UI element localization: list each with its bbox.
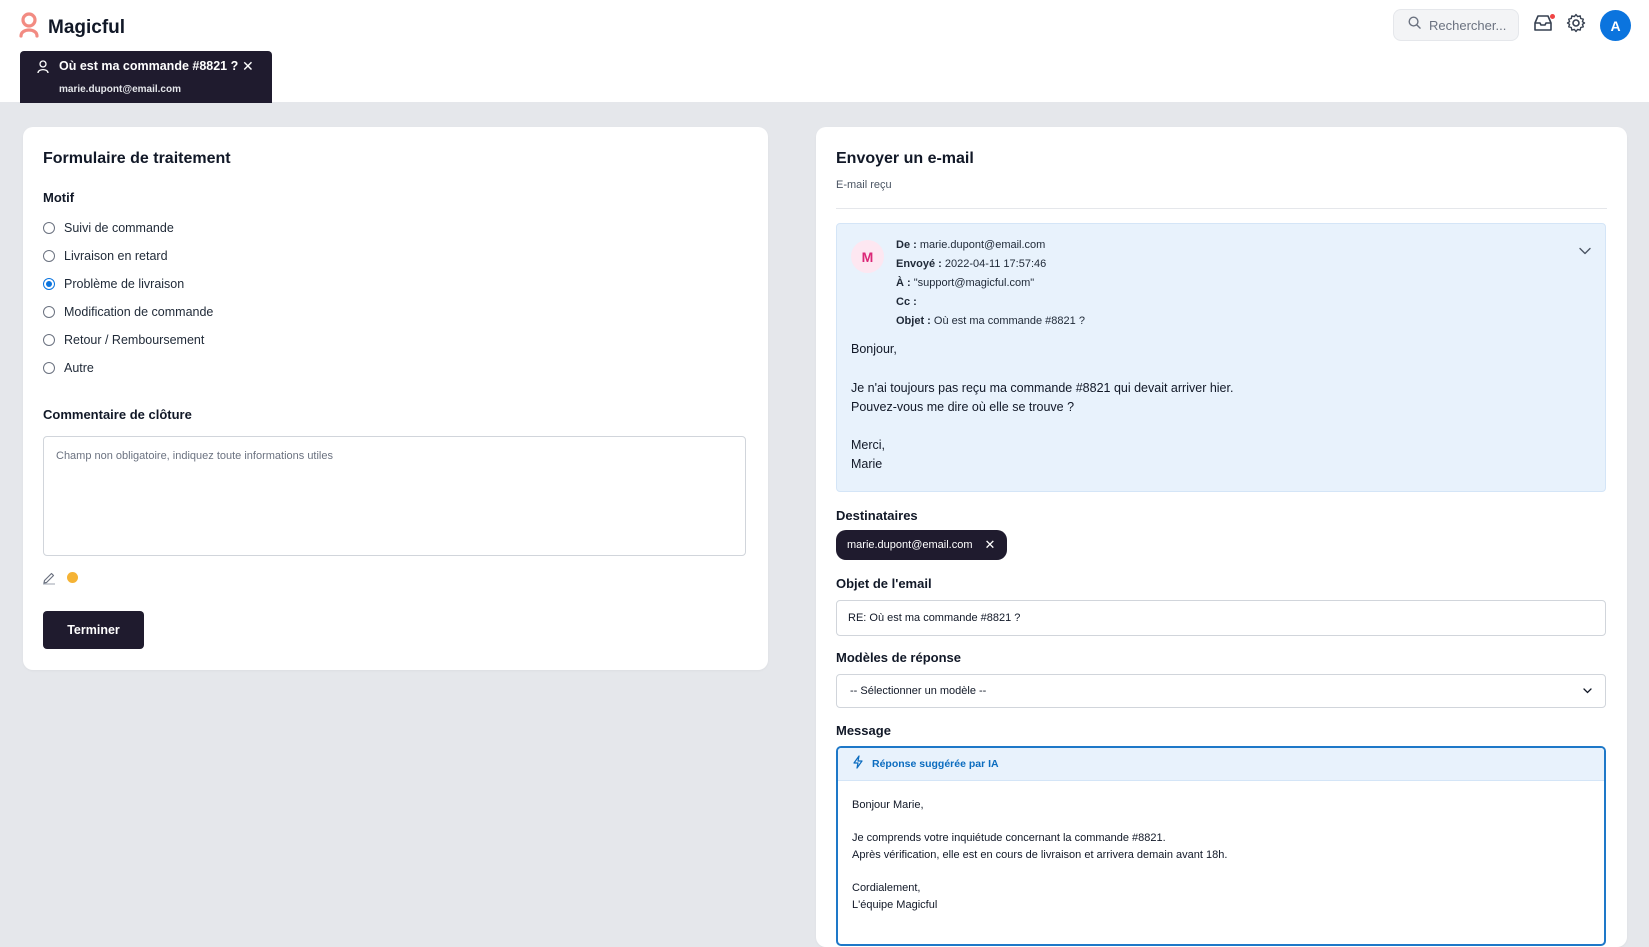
radio-button[interactable] xyxy=(43,222,55,234)
radio-button[interactable] xyxy=(43,362,55,374)
search-placeholder: Rechercher... xyxy=(1429,17,1507,33)
received-email-label: E-mail reçu xyxy=(836,179,892,191)
meta-sent-key: Envoyé : xyxy=(896,258,942,270)
meta-subject: Objet : Où est ma commande #8821 ? xyxy=(896,315,1085,327)
comment-textarea[interactable]: Champ non obligatoire, indiquez toute in… xyxy=(43,436,746,556)
meta-cc: Cc : xyxy=(896,296,917,308)
close-icon[interactable]: ✕ xyxy=(985,537,996,553)
close-icon[interactable]: ✕ xyxy=(242,58,254,75)
radio-button-checked[interactable] xyxy=(43,278,55,290)
meta-to-key: À : xyxy=(896,277,911,289)
motif-label: Motif xyxy=(43,190,75,205)
subject-input[interactable]: RE: Où est ma commande #8821 ? xyxy=(836,600,1606,636)
ticket-tab-strip: Où est ma commande #8821 ? ✕ marie.dupon… xyxy=(0,51,1649,103)
logo-icon xyxy=(18,12,40,43)
radio-button[interactable] xyxy=(43,334,55,346)
message-editor[interactable]: Réponse suggérée par IA Bonjour Marie, J… xyxy=(836,746,1606,946)
templates-label: Modèles de réponse xyxy=(836,650,961,665)
user-avatar[interactable]: A xyxy=(1600,10,1631,41)
email-body-line: Marie xyxy=(851,457,883,471)
ticket-tab-title: Où est ma commande #8821 ? xyxy=(59,59,239,73)
inbox-button[interactable] xyxy=(1532,14,1555,36)
meta-from-value: marie.dupont@email.com xyxy=(919,239,1046,251)
form-title: Formulaire de traitement xyxy=(43,150,231,167)
notification-dot xyxy=(1550,14,1555,19)
radio-label: Retour / Remboursement xyxy=(64,333,205,347)
meta-sent: Envoyé : 2022-04-11 17:57:46 xyxy=(896,258,1046,270)
received-email: M De : marie.dupont@email.com Envoyé : 2… xyxy=(836,223,1606,492)
search-icon xyxy=(1408,16,1421,34)
user-icon xyxy=(37,60,49,79)
email-body-line: Merci, xyxy=(851,438,886,452)
radio-option-probleme[interactable]: Problème de livraison xyxy=(43,277,184,291)
chevron-down-icon xyxy=(1583,685,1592,697)
radio-button[interactable] xyxy=(43,250,55,262)
radio-option-retour[interactable]: Retour / Remboursement xyxy=(43,333,204,347)
radio-button[interactable] xyxy=(43,306,55,318)
template-selected: -- Sélectionner un modèle -- xyxy=(850,685,987,697)
send-email-card: Envoyer un e-mail E-mail reçu M De : mar… xyxy=(816,127,1627,947)
meta-subject-value: Où est ma commande #8821 ? xyxy=(933,315,1085,327)
meta-cc-key: Cc : xyxy=(896,296,917,308)
radio-option-autre[interactable]: Autre xyxy=(43,361,94,375)
ai-suggestion-header: Réponse suggérée par IA xyxy=(838,748,1604,781)
email-body-line: Bonjour, xyxy=(851,342,897,356)
message-line: Après vérification, elle est en cours de… xyxy=(852,849,1228,861)
radio-option-retard[interactable]: Livraison en retard xyxy=(43,249,168,263)
subject-label: Objet de l'email xyxy=(836,576,932,591)
radio-label: Suivi de commande xyxy=(64,221,174,235)
processing-form-card: Formulaire de traitement Motif Suivi de … xyxy=(23,127,768,670)
recipient-chip[interactable]: marie.dupont@email.com ✕ xyxy=(836,530,1008,560)
meta-from-key: De : xyxy=(896,239,917,251)
email-body-line: Pouvez-vous me dire où elle se trouve ? xyxy=(851,400,1075,414)
radio-option-suivi[interactable]: Suivi de commande xyxy=(43,221,174,235)
app-name: Magicful xyxy=(48,16,126,38)
message-line: Bonjour Marie, xyxy=(852,799,924,811)
radio-label: Livraison en retard xyxy=(64,249,168,263)
sender-avatar: M xyxy=(851,240,884,273)
email-card-title: Envoyer un e-mail xyxy=(836,150,974,167)
radio-label: Problème de livraison xyxy=(64,277,185,291)
brand[interactable]: Magicful xyxy=(18,12,125,43)
meta-to: À : "support@magicful.com" xyxy=(896,277,1034,289)
recipient-email: marie.dupont@email.com xyxy=(847,539,973,551)
radio-label: Autre xyxy=(64,361,94,375)
settings-button[interactable] xyxy=(1565,13,1587,38)
recipients-label: Destinataires xyxy=(836,508,918,523)
message-label: Message xyxy=(836,723,891,738)
status-dot xyxy=(67,572,78,583)
radio-option-modification[interactable]: Modification de commande xyxy=(43,305,213,319)
finish-button[interactable]: Terminer xyxy=(43,611,144,649)
search-input[interactable]: Rechercher... xyxy=(1393,9,1519,41)
message-line: L'équipe Magicful xyxy=(852,899,938,911)
ticket-tab-email: marie.dupont@email.com xyxy=(59,84,181,95)
chevron-down-icon[interactable] xyxy=(1579,242,1591,260)
pencil-icon[interactable] xyxy=(42,571,56,590)
top-bar: Magicful Rechercher... A xyxy=(0,0,1649,52)
ticket-tab[interactable]: Où est ma commande #8821 ? ✕ marie.dupon… xyxy=(20,51,272,103)
meta-from: De : marie.dupont@email.com xyxy=(896,239,1045,251)
comment-label: Commentaire de clôture xyxy=(43,407,192,422)
template-select[interactable]: -- Sélectionner un modèle -- xyxy=(836,674,1606,708)
meta-sent-value: 2022-04-11 17:57:46 xyxy=(944,258,1047,270)
gear-icon xyxy=(1566,13,1586,38)
meta-to-value: "support@magicful.com" xyxy=(913,277,1035,289)
lightning-icon xyxy=(852,754,864,774)
email-body-line: Je n'ai toujours pas reçu ma commande #8… xyxy=(851,381,1234,395)
ai-suggestion-label: Réponse suggérée par IA xyxy=(872,758,999,770)
divider xyxy=(836,208,1607,209)
message-line: Je comprends votre inquiétude concernant… xyxy=(852,832,1166,844)
message-line: Cordialement, xyxy=(852,882,921,894)
radio-label: Modification de commande xyxy=(64,305,214,319)
meta-subject-key: Objet : xyxy=(896,315,931,327)
